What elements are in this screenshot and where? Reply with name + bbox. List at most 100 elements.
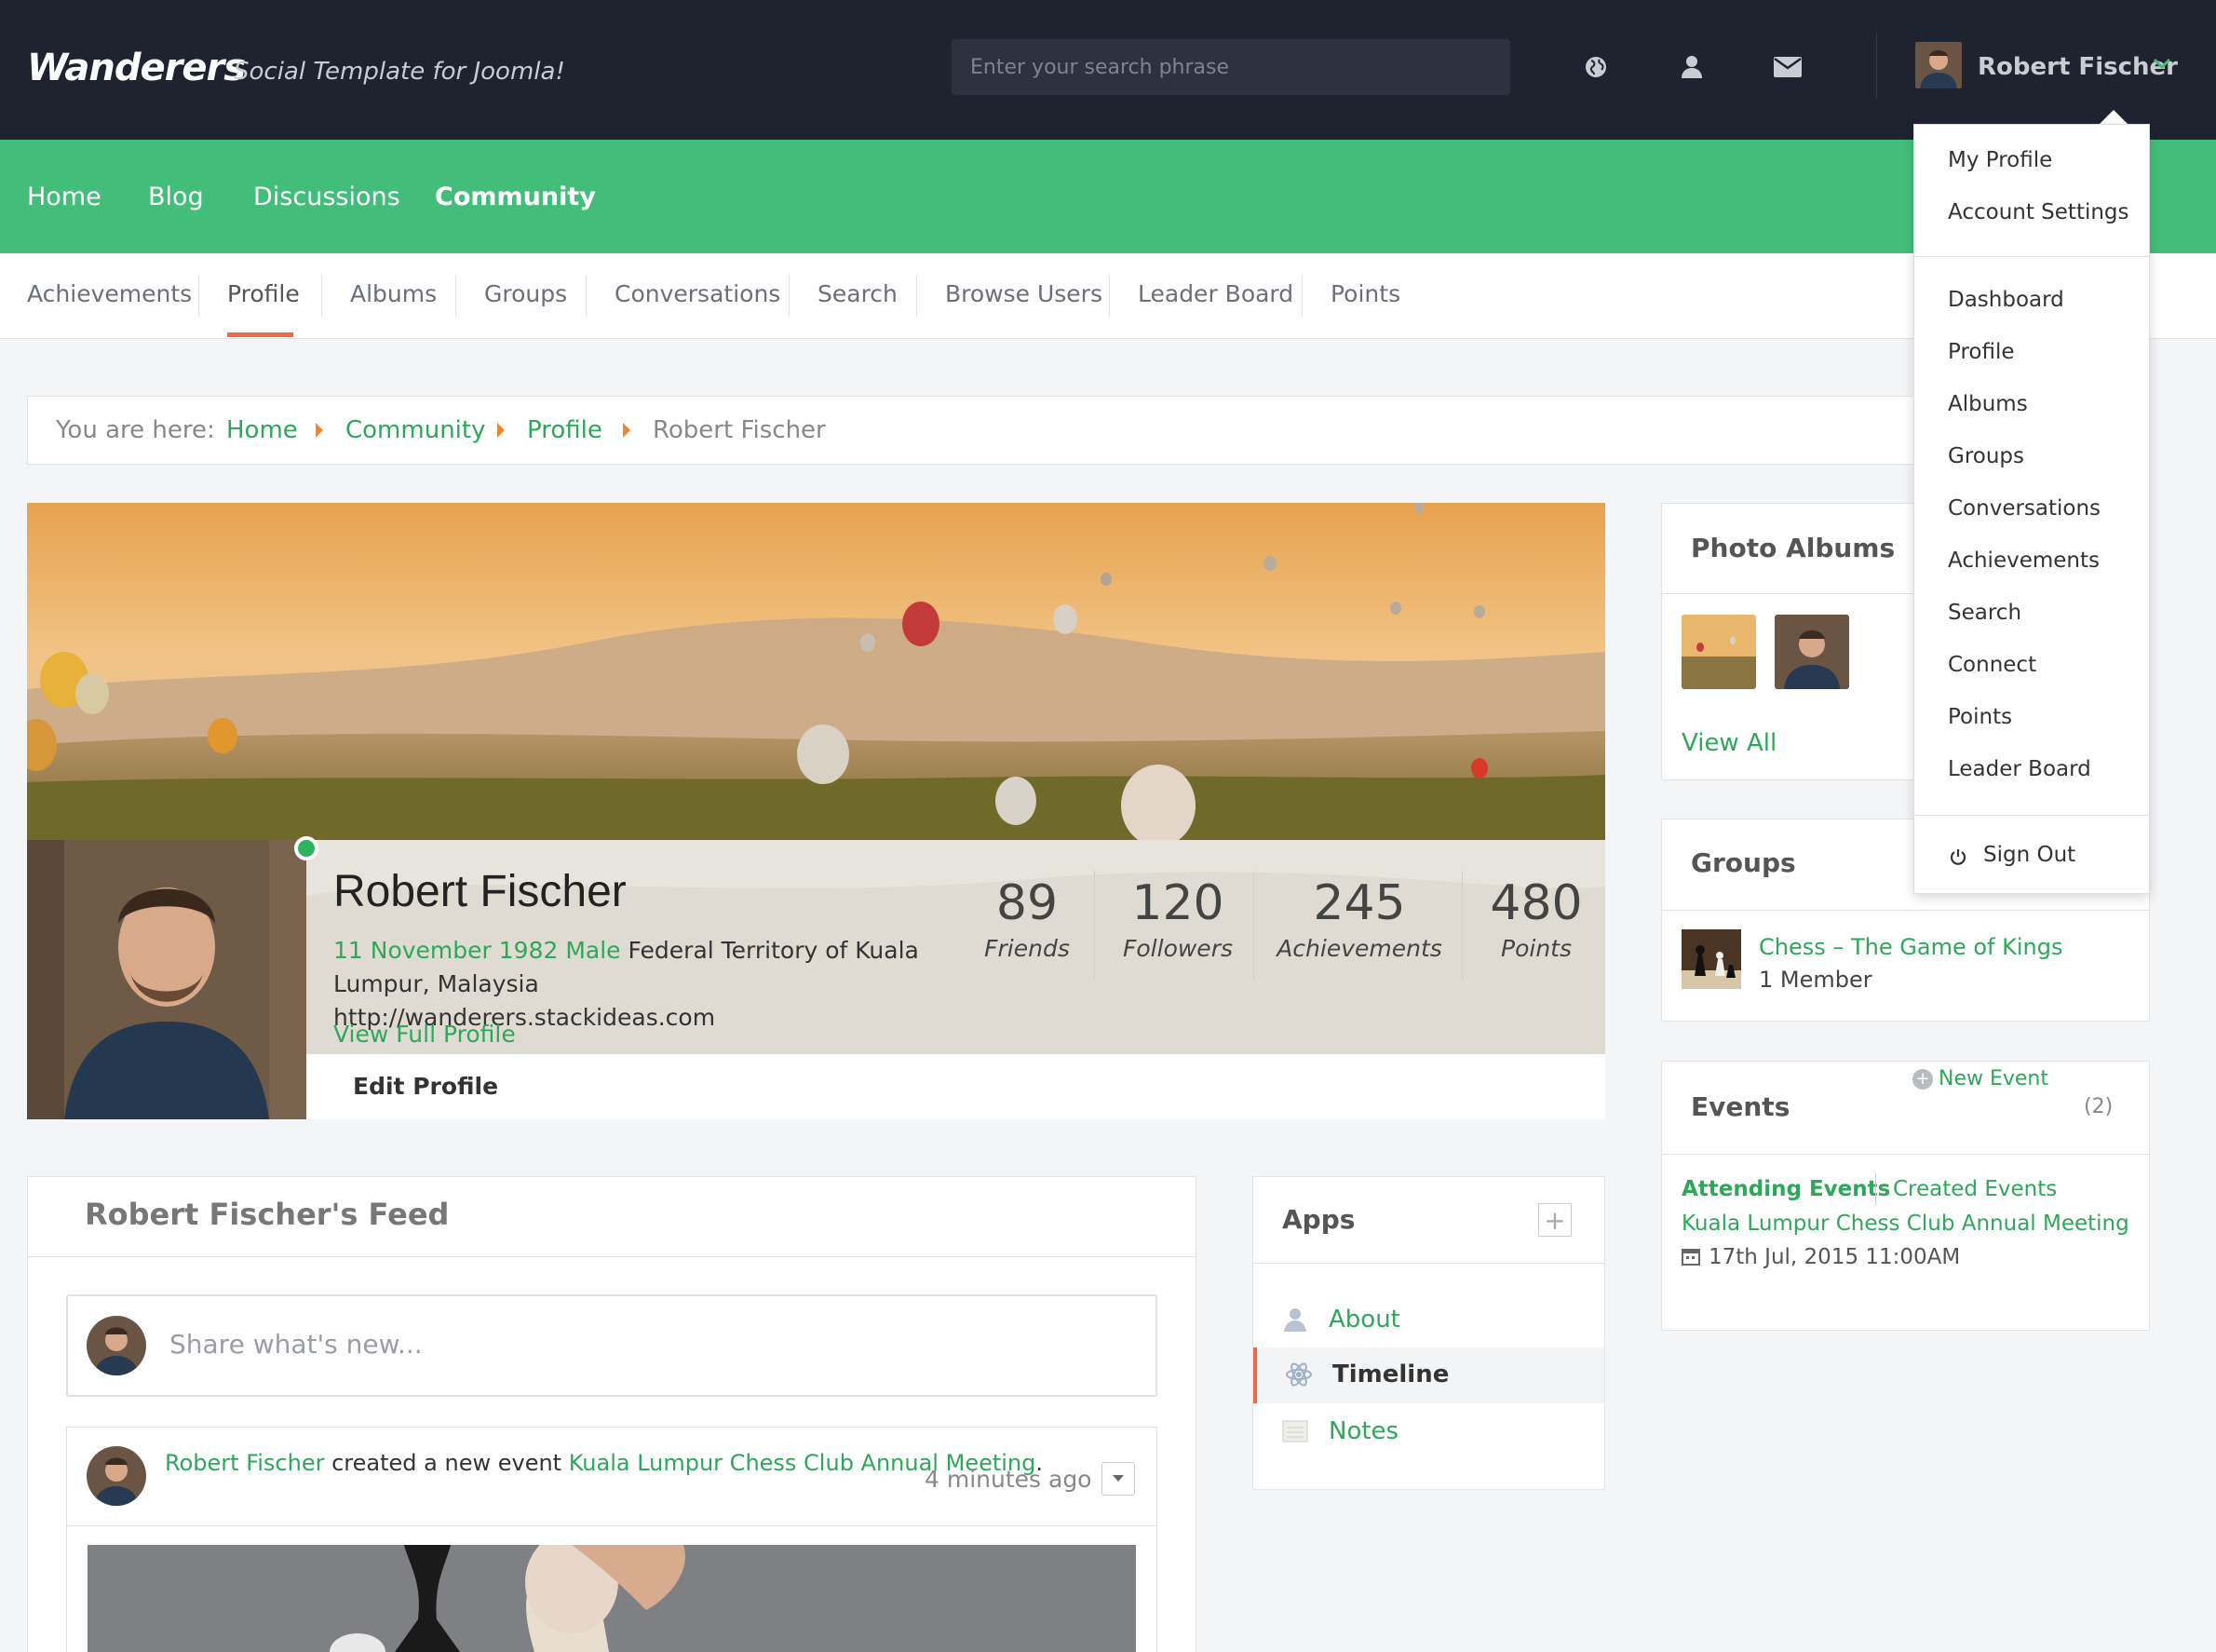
group-thumbnail[interactable] <box>1682 929 1741 989</box>
notes-icon <box>1281 1417 1309 1445</box>
menu-sign-out[interactable]: Sign Out <box>1983 843 2075 867</box>
search-input[interactable] <box>952 39 1510 95</box>
divider <box>1662 910 2149 911</box>
nav-community[interactable]: Community <box>435 183 596 211</box>
stat-points[interactable]: 480 Points <box>1471 875 1601 962</box>
stat-separator <box>1094 871 1095 981</box>
menu-profile[interactable]: Profile <box>1948 340 2015 364</box>
albums-view-all-link[interactable]: View All <box>1682 729 1777 757</box>
globe-icon[interactable] <box>1575 47 1616 88</box>
nav-home[interactable]: Home <box>27 183 101 211</box>
breadcrumb-home[interactable]: Home <box>226 416 298 444</box>
event-name-link[interactable]: Kuala Lumpur Chess Club Annual Meeting <box>1682 1212 2129 1236</box>
topbar-divider <box>1876 34 1877 99</box>
profile-name: Robert Fischer <box>333 867 627 916</box>
mail-icon[interactable] <box>1767 47 1808 88</box>
post-actor-link[interactable]: Robert Fischer <box>165 1450 324 1476</box>
subnav-conversations[interactable]: Conversations <box>615 280 780 307</box>
stat-followers[interactable]: 120 Followers <box>1113 875 1243 962</box>
caret-down-icon <box>1113 1475 1124 1482</box>
brand-logo[interactable]: Wanderers <box>27 47 246 89</box>
photo-albums-title: Photo Albums <box>1691 533 1896 563</box>
subnav-achievements[interactable]: Achievements <box>27 280 192 307</box>
tab-attending-events[interactable]: Attending Events <box>1682 1177 1890 1201</box>
subnav-leader-board[interactable]: Leader Board <box>1138 280 1293 307</box>
menu-albums[interactable]: Albums <box>1948 392 2028 416</box>
apps-add-button[interactable]: + <box>1538 1203 1572 1237</box>
profile-location-line2: Lumpur, Malaysia <box>333 970 539 997</box>
post-action: created a new event <box>331 1450 562 1476</box>
stat-value: 120 <box>1131 875 1224 931</box>
stat-value: 245 <box>1313 875 1406 931</box>
online-status-indicator <box>294 836 318 860</box>
avatar <box>87 1316 146 1375</box>
subnav-groups[interactable]: Groups <box>484 280 567 307</box>
breadcrumb-community[interactable]: Community <box>345 416 485 444</box>
view-full-profile-link[interactable]: View Full Profile <box>333 1021 516 1048</box>
nav-discussions[interactable]: Discussions <box>253 183 400 211</box>
profile-actions-bar <box>306 1054 1605 1119</box>
profile-birthday[interactable]: 11 November 1982 <box>333 937 558 964</box>
subnav-albums[interactable]: Albums <box>350 280 437 307</box>
event-date: 17th Jul, 2015 11:00AM <box>1709 1245 1961 1269</box>
album-thumbnail[interactable] <box>1682 615 1756 689</box>
group-name-link[interactable]: Chess – The Game of Kings <box>1759 934 2062 960</box>
chevron-down-icon[interactable] <box>2153 56 2171 74</box>
stat-value: 480 <box>1490 875 1583 931</box>
breadcrumb-profile[interactable]: Profile <box>527 416 602 444</box>
divider <box>67 1525 1156 1526</box>
breadcrumb-arrow-icon <box>497 423 505 438</box>
app-timeline[interactable]: Timeline <box>1253 1347 1604 1403</box>
profile-avatar[interactable] <box>27 840 306 1119</box>
tab-separator <box>1875 1172 1876 1205</box>
edit-profile-button[interactable]: Edit Profile <box>353 1073 498 1100</box>
user-icon[interactable] <box>1671 47 1712 88</box>
menu-search[interactable]: Search <box>1948 601 2021 625</box>
stat-label: Followers <box>1123 935 1233 962</box>
user-name[interactable]: Robert Fischer <box>1978 53 2178 81</box>
menu-points[interactable]: Points <box>1948 705 2012 729</box>
stat-friends[interactable]: 89 Friends <box>976 875 1078 962</box>
avatar[interactable] <box>87 1446 146 1506</box>
app-label: Notes <box>1329 1417 1399 1445</box>
cover-photo[interactable] <box>27 503 1605 840</box>
menu-account-settings[interactable]: Account Settings <box>1948 200 2129 224</box>
subnav-search[interactable]: Search <box>817 280 898 307</box>
menu-achievements[interactable]: Achievements <box>1948 548 2100 573</box>
menu-my-profile[interactable]: My Profile <box>1948 148 2052 172</box>
post-timestamp: 4 minutes ago <box>925 1466 1092 1493</box>
user-avatar[interactable] <box>1915 42 1962 88</box>
menu-dashboard[interactable]: Dashboard <box>1948 288 2064 312</box>
menu-conversations[interactable]: Conversations <box>1948 496 2101 521</box>
stat-separator <box>1462 871 1463 981</box>
divider <box>1253 1263 1604 1264</box>
profile-gender[interactable]: Male <box>565 937 620 964</box>
menu-connect[interactable]: Connect <box>1948 653 2036 677</box>
subnav-browse-users[interactable]: Browse Users <box>945 280 1102 307</box>
share-input-placeholder[interactable]: Share what's new... <box>169 1329 423 1360</box>
stat-label: Achievements <box>1277 935 1442 962</box>
app-about[interactable]: About <box>1253 1293 1604 1348</box>
new-event-link[interactable]: New Event <box>1939 1067 2048 1090</box>
menu-leader-board[interactable]: Leader Board <box>1948 757 2091 781</box>
breadcrumb-current: Robert Fischer <box>653 416 826 444</box>
subnav-points[interactable]: Points <box>1331 280 1400 307</box>
breadcrumb-arrow-icon <box>623 423 630 438</box>
app-label: Timeline <box>1332 1361 1450 1388</box>
breadcrumb <box>27 396 1945 465</box>
group-member-count: 1 Member <box>1759 967 1872 993</box>
post-menu-button[interactable] <box>1101 1462 1135 1496</box>
subnav-profile[interactable]: Profile <box>227 280 300 307</box>
nav-blog[interactable]: Blog <box>148 183 204 211</box>
menu-groups[interactable]: Groups <box>1948 444 2024 468</box>
stat-achievements[interactable]: 245 Achievements <box>1268 875 1451 962</box>
subnav-separator <box>789 275 790 317</box>
album-thumbnail[interactable] <box>1775 615 1849 689</box>
sub-nav <box>0 253 2216 339</box>
tab-created-events[interactable]: Created Events <box>1893 1177 2057 1201</box>
dropdown-caret <box>2099 110 2128 125</box>
post-image[interactable] <box>88 1545 1136 1652</box>
breadcrumb-prefix: You are here: <box>56 416 215 444</box>
app-notes[interactable]: Notes <box>1253 1404 1604 1460</box>
plus-circle-icon[interactable]: + <box>1912 1069 1933 1090</box>
